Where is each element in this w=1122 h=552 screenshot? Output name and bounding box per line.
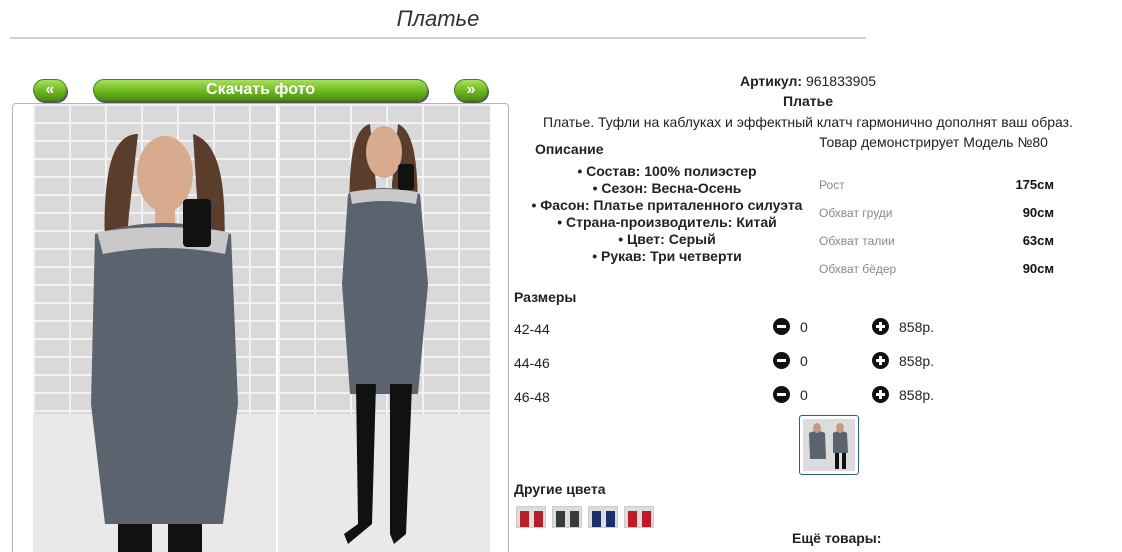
measurement-label: Обхват талии — [819, 234, 895, 248]
sizes-heading: Размеры — [514, 289, 577, 305]
model-measurements: Рост 175см Обхват груди 90см Обхват тали… — [819, 176, 1059, 288]
more-products-heading: Ещё товары: — [792, 530, 882, 546]
description-list: • Состав: 100% полиэстер • Сезон: Весна-… — [512, 163, 822, 265]
quantity-value: 0 — [800, 387, 808, 403]
size-label: 42-44 — [514, 321, 550, 337]
product-name: Платье — [783, 93, 833, 109]
product-description: Платье. Туфли на каблуках и эффектный кл… — [543, 114, 1073, 130]
size-label: 46-48 — [514, 389, 550, 405]
measurement-row: Обхват бёдер 90см — [819, 260, 1059, 288]
title-divider — [10, 37, 866, 39]
price-value: 858р. — [899, 353, 935, 369]
size-row: 42-44 0 858р. — [514, 318, 954, 340]
measurement-row: Обхват талии 63см — [819, 232, 1059, 260]
sku-label: Артикул: — [739, 73, 803, 89]
prev-photo-button[interactable]: « — [33, 79, 67, 101]
description-item: • Страна-производитель: Китай — [557, 214, 777, 230]
model-caption: Товар демонстрирует Модель №80 — [819, 134, 1048, 150]
description-item: • Рукав: Три четверти — [592, 248, 742, 264]
measurement-label: Обхват бёдер — [819, 262, 897, 276]
description-item: • Цвет: Серый — [618, 231, 716, 247]
page-title: Платье — [396, 6, 480, 31]
download-photo-button[interactable]: Скачать фото — [93, 79, 428, 101]
product-photo[interactable] — [12, 103, 509, 552]
color-swatch[interactable] — [516, 506, 546, 528]
description-item: • Состав: 100% полиэстер — [577, 163, 757, 179]
measurement-value: 90см — [1022, 261, 1054, 276]
color-swatch[interactable] — [624, 506, 654, 528]
quantity-value: 0 — [800, 353, 808, 369]
photo-front-view — [33, 104, 276, 552]
description-item: • Сезон: Весна-Осень — [592, 180, 742, 196]
measurement-label: Обхват груди — [819, 206, 893, 220]
sku-line: Артикул: 961833905 — [483, 73, 1122, 89]
sku-value: 961833905 — [805, 73, 877, 89]
size-label: 44-46 — [514, 355, 550, 371]
size-row: 46-48 0 858р. — [514, 386, 954, 408]
quantity-value: 0 — [800, 319, 808, 335]
measurement-label: Рост — [819, 178, 845, 192]
photo-full-view — [278, 104, 490, 552]
color-swatch[interactable] — [588, 506, 618, 528]
size-row: 44-46 0 858р. — [514, 352, 954, 374]
description-item: • Фасон: Платье приталенного силуэта — [531, 197, 803, 213]
color-swatch[interactable] — [552, 506, 582, 528]
price-value: 858р. — [899, 319, 935, 335]
increase-quantity-button[interactable] — [872, 352, 889, 369]
decrease-quantity-button[interactable] — [773, 386, 790, 403]
increase-quantity-button[interactable] — [872, 318, 889, 335]
increase-quantity-button[interactable] — [872, 386, 889, 403]
measurement-row: Рост 175см — [819, 176, 1059, 204]
measurement-value: 90см — [1022, 205, 1054, 220]
description-block: Описание • Состав: 100% полиэстер • Сезо… — [512, 141, 822, 265]
price-value: 858р. — [899, 387, 935, 403]
decrease-quantity-button[interactable] — [773, 318, 790, 335]
measurement-value: 175см — [1015, 177, 1054, 192]
measurement-value: 63см — [1022, 233, 1054, 248]
decrease-quantity-button[interactable] — [773, 352, 790, 369]
photo-thumbnail[interactable] — [799, 415, 859, 475]
measurement-row: Обхват груди 90см — [819, 204, 1059, 232]
other-colors-heading: Другие цвета — [514, 481, 606, 497]
description-heading: Описание — [535, 141, 604, 157]
